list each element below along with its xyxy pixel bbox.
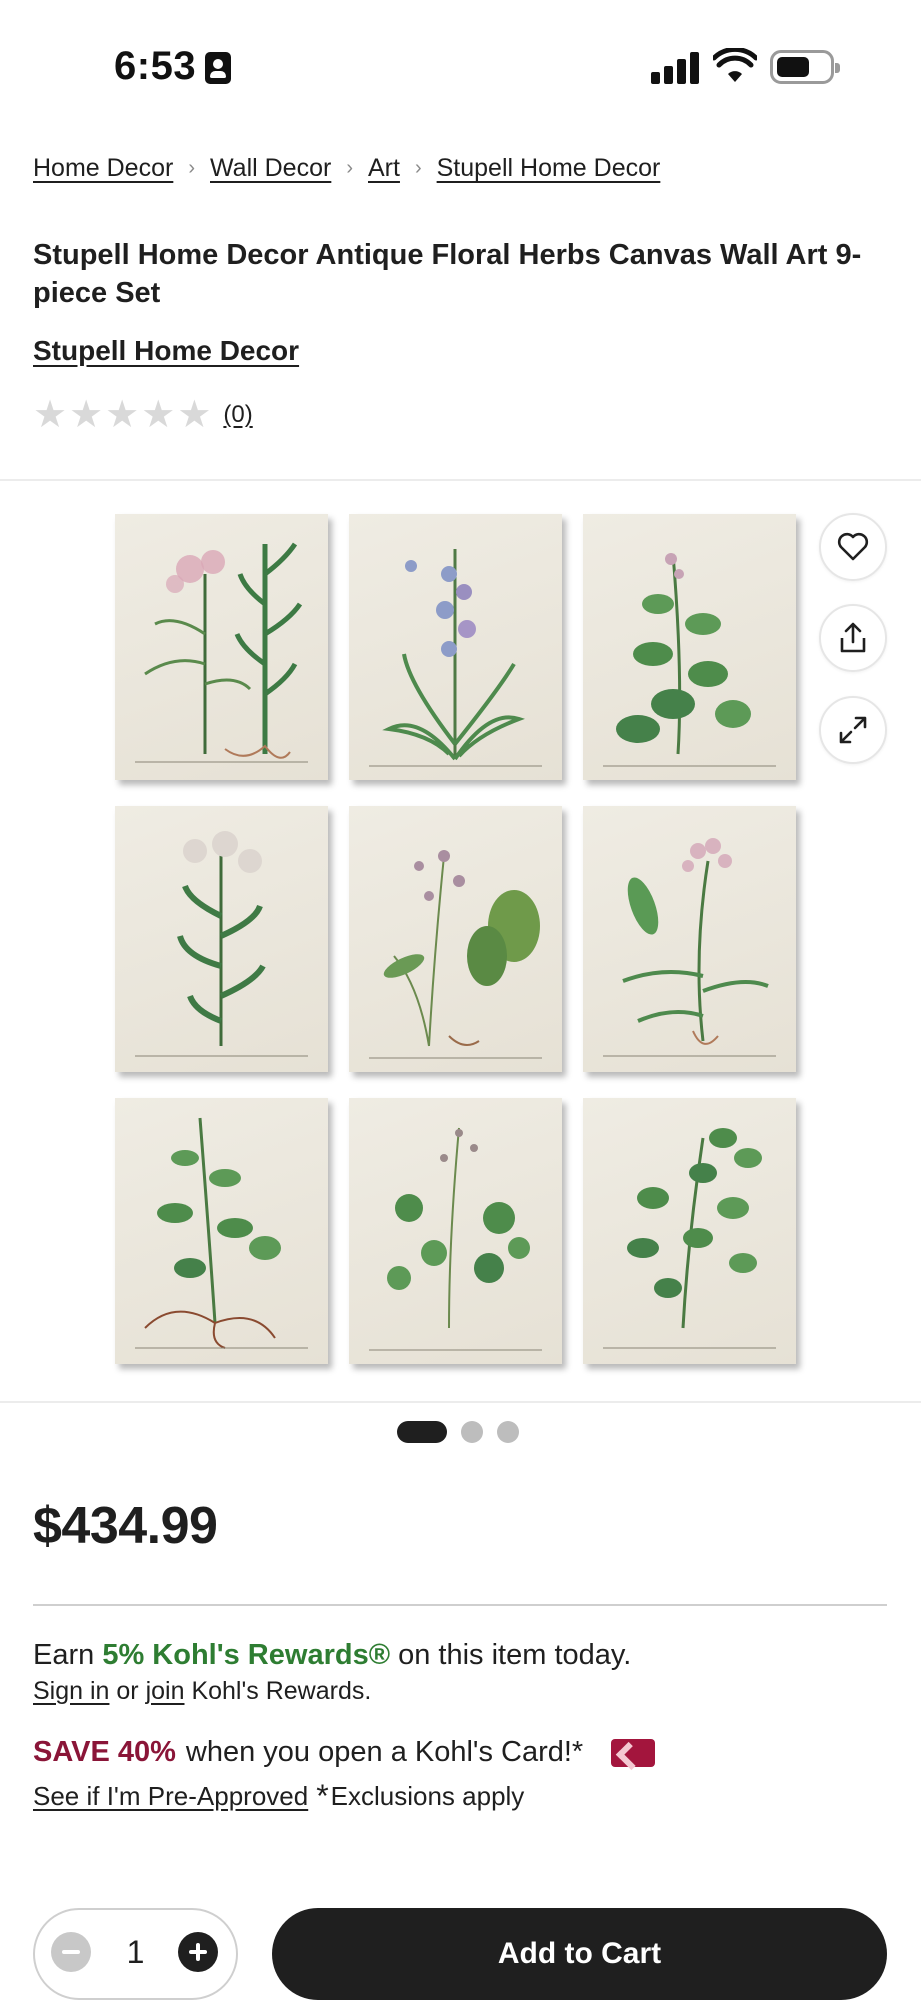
asterisk: * <box>316 1778 329 1814</box>
carousel-pagination <box>397 1421 519 1443</box>
product-price: $434.99 <box>33 1497 218 1555</box>
canvas-panel <box>349 806 562 1072</box>
kohls-card-icon <box>611 1738 656 1767</box>
card-offer: SAVE 40% when you open a Kohl's Card!* <box>33 1736 656 1769</box>
brand-link[interactable]: Stupell Home Decor <box>33 335 299 367</box>
expand-icon <box>839 716 867 744</box>
canvas-panel <box>349 514 562 780</box>
save-text: when you open a Kohl's Card!* <box>185 1736 584 1768</box>
star-icon: ★ <box>33 394 68 436</box>
product-image[interactable] <box>115 514 800 1364</box>
canvas-panel <box>115 514 328 780</box>
join-link[interactable]: join <box>146 1677 185 1705</box>
carousel-dot-active[interactable] <box>397 1421 447 1443</box>
cellular-signal-icon <box>651 50 701 84</box>
star-icon: ★ <box>141 394 176 436</box>
exclusions-text: Exclusions apply <box>330 1781 525 1811</box>
preapproved-row: See if I'm Pre-Approved * Exclusions app… <box>33 1778 524 1815</box>
divider <box>0 1401 921 1403</box>
wifi-icon <box>713 48 757 82</box>
person-badge-icon <box>205 52 231 84</box>
status-bar: 6:53 <box>0 0 921 130</box>
or-text: or <box>109 1677 146 1705</box>
rewards-signin: Sign in or join Kohl's Rewards. <box>33 1677 371 1706</box>
rewards-highlight: 5% Kohl's Rewards® <box>102 1639 391 1671</box>
star-rating: ★ ★ ★ ★ ★ <box>33 396 211 434</box>
rewards-prefix: Earn <box>33 1639 103 1671</box>
carousel-dot[interactable] <box>497 1421 519 1443</box>
product-title: Stupell Home Decor Antique Floral Herbs … <box>33 239 862 309</box>
star-icon: ★ <box>105 394 140 436</box>
review-count-link[interactable]: (0) <box>223 401 252 429</box>
canvas-panel <box>583 514 796 780</box>
chevron-right-icon: › <box>346 157 353 179</box>
rewards-suffix: on this item today. <box>390 1639 632 1671</box>
quantity-stepper: 1 <box>33 1908 238 2000</box>
rewards-message: Earn 5% Kohl's Rewards® on this item tod… <box>33 1639 631 1672</box>
heart-icon <box>837 532 869 561</box>
canvas-panel <box>583 1098 796 1364</box>
divider <box>33 1604 887 1606</box>
signin-suffix: Kohl's Rewards. <box>184 1677 372 1705</box>
carousel-dot[interactable] <box>461 1421 483 1443</box>
divider <box>0 479 921 481</box>
breadcrumb: Home Decor › Wall Decor › Art › Stupell … <box>33 154 660 183</box>
status-time: 6:53 <box>114 44 197 88</box>
share-button[interactable] <box>819 604 887 672</box>
breadcrumb-stupell-home-decor[interactable]: Stupell Home Decor <box>437 154 661 183</box>
share-icon <box>840 622 866 653</box>
save-highlight: SAVE 40% <box>33 1736 176 1768</box>
canvas-panel <box>583 806 796 1072</box>
chevron-right-icon: › <box>414 157 422 179</box>
add-to-cart-button[interactable]: Add to Cart <box>272 1908 887 2000</box>
preapproved-link[interactable]: See if I'm Pre-Approved <box>33 1781 308 1812</box>
breadcrumb-home-decor[interactable]: Home Decor <box>33 154 173 183</box>
breadcrumb-wall-decor[interactable]: Wall Decor <box>210 154 331 183</box>
canvas-panel <box>115 1098 328 1364</box>
increase-quantity-button[interactable] <box>178 1932 218 1972</box>
product-rating[interactable]: ★ ★ ★ ★ ★ (0) <box>33 396 253 434</box>
canvas-panel <box>349 1098 562 1364</box>
canvas-panel <box>115 806 328 1072</box>
battery-icon <box>770 50 840 84</box>
star-icon: ★ <box>69 394 104 436</box>
chevron-right-icon: › <box>188 157 195 179</box>
expand-image-button[interactable] <box>819 696 887 764</box>
breadcrumb-art[interactable]: Art <box>368 154 400 183</box>
sign-in-link[interactable]: Sign in <box>33 1677 109 1705</box>
star-icon: ★ <box>177 394 212 436</box>
wishlist-button[interactable] <box>819 513 887 581</box>
